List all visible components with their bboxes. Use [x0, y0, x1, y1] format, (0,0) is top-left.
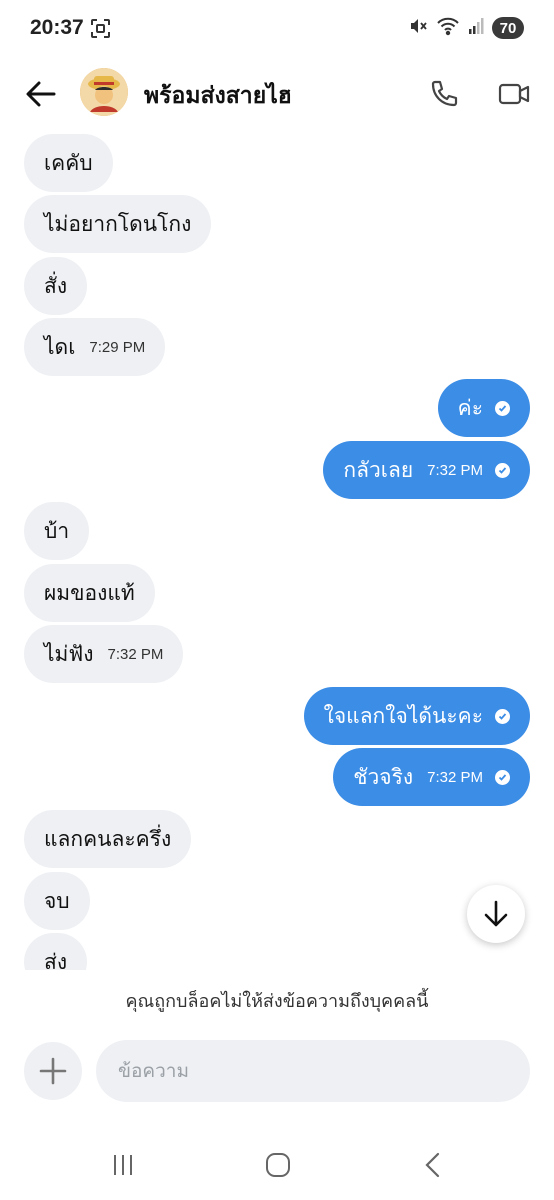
signal-icon: [468, 16, 484, 40]
recent-apps-icon: [114, 1155, 132, 1175]
message-text: จบ: [44, 888, 70, 913]
plus-icon: [39, 1057, 67, 1085]
message-incoming[interactable]: บ้า: [24, 502, 90, 560]
message-input[interactable]: [96, 1040, 530, 1102]
arrow-down-icon: [484, 900, 508, 927]
message-incoming[interactable]: แลกคนละครึ่ง: [24, 810, 192, 868]
message-time: 7:32 PM: [427, 461, 483, 479]
message-text: แลกคนละครึ่ง: [44, 826, 172, 851]
message-time: 7:32 PM: [427, 768, 483, 786]
battery-indicator: 70: [492, 17, 524, 39]
system-nav-bar: [0, 1130, 554, 1200]
message-time: 7:29 PM: [89, 338, 146, 356]
message-outgoing[interactable]: ค่ะ: [437, 379, 530, 437]
mute-icon: [408, 16, 428, 40]
avatar[interactable]: [80, 68, 128, 116]
home-button[interactable]: [258, 1148, 298, 1182]
message-text: ไดเ: [44, 334, 76, 359]
message-incoming[interactable]: ส่ง: [24, 933, 88, 971]
message-incoming[interactable]: ไม่ฟัง 7:32 PM: [24, 625, 184, 683]
status-bar: 20:37 70: [0, 0, 554, 58]
status-time: 20:37: [30, 16, 84, 39]
phone-icon: [431, 80, 458, 107]
message-time: 7:32 PM: [107, 645, 164, 663]
message-text: ส่ง: [44, 949, 68, 971]
read-check-icon: [495, 462, 510, 478]
back-nav-button[interactable]: [413, 1148, 453, 1182]
status-icons: 70: [408, 16, 524, 40]
message-text: สั่ง: [44, 273, 68, 298]
back-arrow-icon: [26, 81, 56, 107]
message-outgoing[interactable]: ใจแลกใจได้นะคะ: [303, 687, 530, 745]
screenshot-icon: [90, 18, 111, 39]
home-icon: [266, 1153, 290, 1177]
message-text: ผมของแท้: [44, 580, 135, 605]
read-check-icon: [495, 708, 510, 724]
message-list[interactable]: เคคับ ไม่อยากโดนโกง สั่ง ไดเ 7:29 PM ค่ะ…: [0, 130, 554, 970]
voice-call-button[interactable]: [424, 74, 464, 114]
chat-header: พร้อมส่งสายไฮ: [0, 58, 554, 130]
video-call-button[interactable]: [494, 74, 534, 114]
back-button[interactable]: [22, 75, 60, 113]
message-text: เคคับ: [44, 150, 93, 175]
message-text: กลัวเลย: [343, 457, 414, 482]
message-text: บ้า: [44, 518, 70, 543]
message-incoming[interactable]: ผมของแท้: [24, 564, 155, 622]
recent-apps-button[interactable]: [103, 1148, 143, 1182]
add-attachment-button[interactable]: [24, 1042, 82, 1100]
read-check-icon: [495, 400, 510, 416]
read-check-icon: [495, 769, 510, 785]
video-camera-icon: [498, 83, 530, 105]
message-outgoing[interactable]: กลัวเลย 7:32 PM: [323, 441, 530, 499]
message-text: ไม่อยากโดนโกง: [44, 211, 192, 236]
message-text: ใจแลกใจได้นะคะ: [323, 703, 483, 728]
message-incoming[interactable]: สั่ง: [24, 257, 88, 315]
contact-name[interactable]: พร้อมส่งสายไฮ: [144, 78, 292, 114]
message-text: ไม่ฟัง: [44, 641, 94, 666]
scroll-to-bottom-button[interactable]: [467, 885, 525, 943]
blocked-notice: คุณถูกบล็อคไม่ให้ส่งข้อความถึงบุคคลนี้: [125, 991, 429, 1012]
message-incoming[interactable]: ไดเ 7:29 PM: [24, 318, 166, 376]
chevron-left-icon: [425, 1152, 440, 1178]
message-text: ชัวจริง: [353, 764, 414, 789]
message-incoming[interactable]: จบ: [24, 872, 90, 930]
message-incoming[interactable]: เคคับ: [24, 134, 113, 192]
message-text: ค่ะ: [457, 395, 483, 420]
message-outgoing[interactable]: ชัวจริง 7:32 PM: [333, 748, 530, 806]
message-incoming[interactable]: ไม่อยากโดนโกง: [24, 195, 212, 253]
wifi-icon: [436, 16, 460, 40]
